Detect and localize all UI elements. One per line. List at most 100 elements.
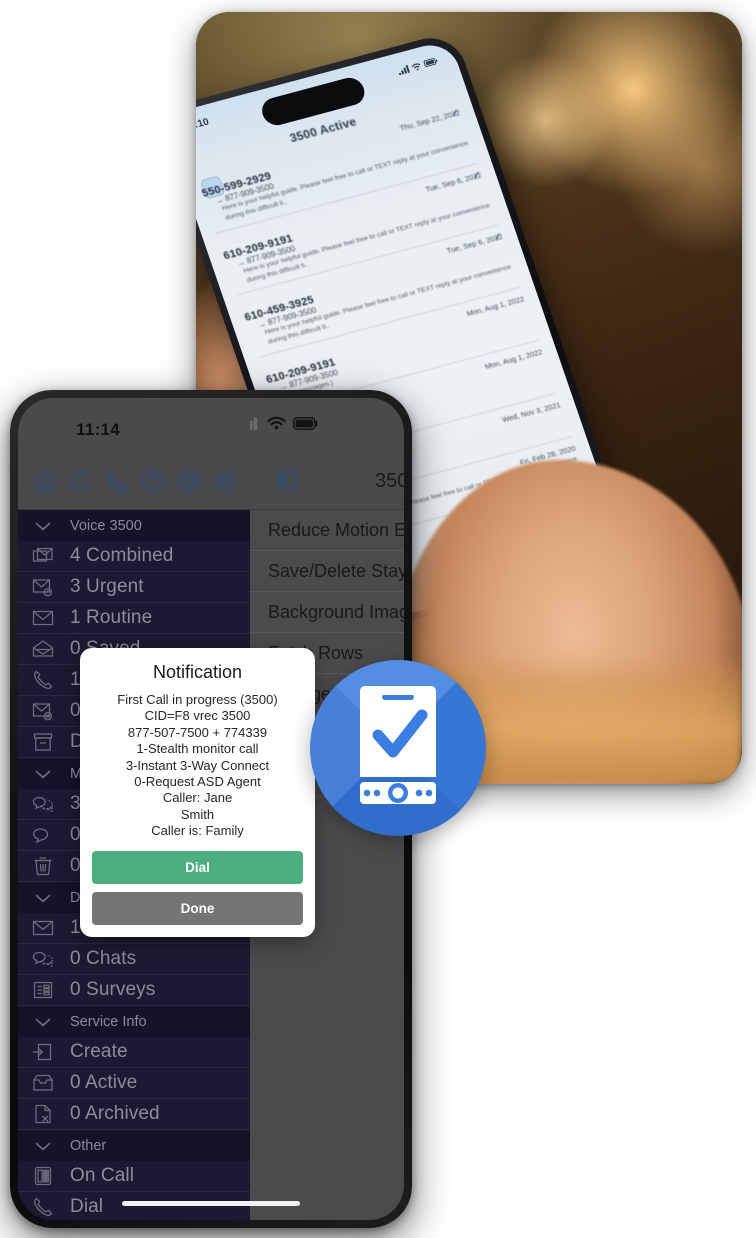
envelope-open-icon: [26, 637, 60, 661]
held-status-icons: [397, 57, 439, 75]
sidebar-group-header[interactable]: Other: [18, 1130, 250, 1161]
chevron-down-icon[interactable]: [26, 514, 60, 538]
envelope-deleted-icon: [26, 699, 60, 723]
trash-icon: [34, 857, 52, 876]
home-indicator[interactable]: [122, 1201, 300, 1206]
sidebar-item[interactable]: 0 Active: [18, 1068, 250, 1099]
sidebar-item[interactable]: 4 Combined: [18, 541, 250, 572]
archive-box-icon: [26, 730, 60, 754]
notification-title: Notification: [152, 662, 243, 682]
wifi-icon: [267, 416, 286, 430]
sidebar-toolbar: [30, 466, 241, 497]
chevron-down-icon[interactable]: [26, 1010, 60, 1034]
sidebar-item-label: 0 Archived: [70, 1103, 160, 1124]
desk-phone-icon: [34, 1166, 52, 1186]
notification-line: CID=F8 vrec 3500: [144, 708, 251, 724]
sidebar-item-label: 3 Urgent: [70, 576, 144, 597]
notification-line: 877-507-7500 + 774339: [127, 724, 268, 740]
chat-bubble-icon: [33, 828, 49, 844]
sidebar-item[interactable]: Create: [18, 1037, 250, 1068]
phone-icon[interactable]: [102, 466, 133, 497]
sidebar-item[interactable]: 0 Chats: [18, 944, 250, 975]
envelope-urgent-icon: [26, 575, 60, 599]
sidebar-item-label: 4 Combined: [70, 545, 174, 566]
form-list-icon: [26, 978, 60, 1002]
sidebar-group-label: Service Info: [70, 1013, 147, 1030]
sidebar-item-label: Create: [70, 1041, 128, 1062]
battery-icon: [293, 416, 318, 430]
sidebar-item-label: 0 Surveys: [70, 979, 156, 1000]
envelopes-stack-icon: [32, 547, 53, 562]
chevron-down-icon[interactable]: [26, 762, 60, 786]
dial-button[interactable]: Dial: [92, 851, 303, 885]
app-icon-phone-check: [310, 660, 486, 836]
settings-menu-item[interactable]: Save/Delete Stay Logged In: [250, 551, 404, 592]
inbox-tray-icon: [26, 1071, 60, 1095]
done-button[interactable]: Done: [92, 892, 303, 926]
notification-line: First Call in progress (3500): [117, 692, 278, 707]
phone-icon: [33, 1197, 53, 1217]
envelope-icon: [26, 606, 60, 630]
sidebar-group-label: Voice 3500: [70, 517, 142, 534]
home-icon[interactable]: [30, 466, 61, 497]
status-time: 11:14: [76, 420, 121, 439]
chevron-down-icon[interactable]: [26, 886, 60, 910]
help-icon[interactable]: [138, 466, 169, 497]
app-icon-artwork: [310, 660, 486, 836]
screenshot-root: 10:10 3500 Active Thu, Sep 22, 2022 550-5…: [0, 0, 756, 1238]
notification-line: Smith: [180, 806, 215, 822]
phone-icon: [26, 1195, 60, 1219]
sidebar-item-label: Dial: [70, 1196, 104, 1217]
chat-bubble-icon: [26, 823, 60, 847]
settings-menu-item[interactable]: Reduce Motion Effects: [250, 510, 404, 551]
sidebar-item-label: 1 Routine: [70, 607, 153, 628]
sidebar-item-label: On Call: [70, 1165, 135, 1186]
sidebar-group-label: Other: [70, 1137, 107, 1154]
chevron-down-icon: [35, 769, 51, 779]
notification-body: First Call in progress (3500) CID=F8 vrec…: [92, 692, 303, 839]
wifi-icon: [411, 63, 421, 70]
enter-arrow-icon: [26, 1040, 60, 1064]
sidebar-group-header[interactable]: Service Info: [18, 1006, 250, 1037]
refresh-icon[interactable]: [66, 466, 97, 497]
archive-box-icon: [33, 733, 53, 751]
enter-arrow-icon[interactable]: [272, 465, 302, 495]
desk-phone-icon: [26, 1164, 60, 1188]
envelope-deleted-icon: [32, 703, 53, 721]
sidebar-item[interactable]: 0 Surveys: [18, 975, 250, 1006]
enter-arrow-icon: [32, 1043, 52, 1061]
chevron-down-icon[interactable]: [26, 1134, 60, 1158]
cell-signal-icon: [250, 417, 258, 430]
chevron-down-icon: [35, 1017, 51, 1027]
chat-bubbles-icon: [32, 951, 54, 967]
sidebar-item[interactable]: Dial: [18, 1192, 250, 1220]
notification-line: 0-Request ASD Agent: [134, 773, 261, 789]
phone-icon: [33, 670, 53, 690]
settings-menu-item[interactable]: Background Image: [250, 592, 404, 633]
chevron-down-icon: [35, 1141, 51, 1151]
sidebar-item[interactable]: 0 Archived: [18, 1099, 250, 1130]
notification-line: Caller: Jane: [162, 790, 233, 806]
sidebar-item[interactable]: 1 Routine: [18, 603, 250, 634]
notification-dialog: Notification First Call in progress (350…: [80, 648, 315, 938]
form-list-icon: [33, 981, 53, 999]
sidebar-group-header[interactable]: Voice 3500: [18, 510, 250, 541]
gear-icon[interactable]: [210, 466, 241, 497]
envelope-urgent-icon: [32, 579, 53, 597]
battery-icon: [423, 58, 438, 67]
sidebar-topbar: 11:14: [18, 398, 250, 510]
chat-bubbles-icon: [26, 792, 60, 816]
chat-bubbles-icon: [26, 947, 60, 971]
envelopes-stack-icon: [26, 544, 60, 568]
chevron-down-icon: [35, 521, 51, 531]
inbox-tray-icon: [33, 1074, 53, 1091]
email-icon[interactable]: [174, 466, 205, 497]
envelope-icon: [32, 610, 54, 626]
envelope-icon: [32, 920, 54, 936]
settings-topbar: 3500: [250, 398, 404, 510]
document-x-icon: [35, 1104, 51, 1124]
phone-icon: [26, 668, 60, 692]
sidebar-item[interactable]: 3 Urgent: [18, 572, 250, 603]
sidebar-item[interactable]: On Call: [18, 1161, 250, 1192]
envelope-open-icon: [32, 640, 54, 657]
